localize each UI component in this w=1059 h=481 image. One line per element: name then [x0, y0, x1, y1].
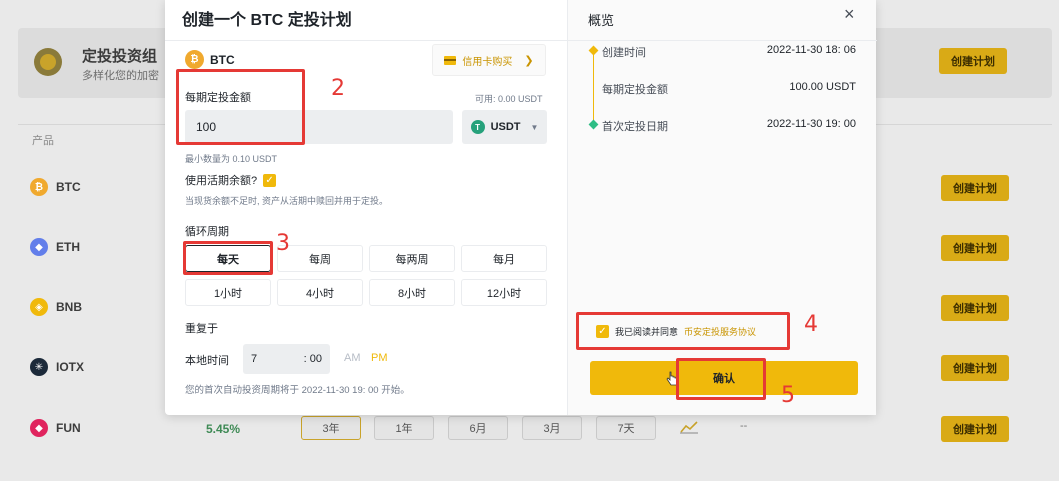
trend-chart-icon	[680, 420, 698, 437]
cycle-1h-button[interactable]: 1小时	[185, 279, 271, 306]
min-amount-hint: 最小数量为 0.10 USDT	[185, 154, 278, 164]
iotx-icon: ✳	[30, 358, 48, 376]
currency-select[interactable]: T USDT ▼	[462, 110, 547, 144]
use-flexible-hint: 当现货余额不足时, 资产从活期中赎回并用于定投。	[185, 196, 389, 206]
time-input[interactable]: 7 : 00	[243, 344, 330, 374]
apy-value: 5.45%	[206, 422, 241, 436]
create-plan-button[interactable]: 创建计划	[941, 295, 1009, 321]
timeline-dot	[588, 45, 599, 56]
buy-with-card-button[interactable]: 信用卡购买 ❯	[432, 44, 546, 76]
overview-value: 2022-11-30 18: 06	[766, 44, 856, 56]
create-plan-button[interactable]: 创建计划	[941, 355, 1009, 381]
cycle-biweekly-button[interactable]: 每两周	[369, 245, 455, 272]
create-plan-button[interactable]: 创建计划	[941, 235, 1009, 261]
create-plan-button[interactable]: 创建计划	[941, 416, 1009, 442]
coin-name: BNB	[56, 300, 82, 314]
credit-card-icon	[444, 55, 457, 65]
time-minute: : 00	[303, 353, 322, 365]
overview-label: 首次定投日期	[602, 121, 668, 133]
plan-form: 创建一个 BTC 定投计划 ₿ BTC 信用卡购买 ❯ 每期定投金额 可用: 0…	[165, 0, 567, 415]
first-invest-hint: 您的首次自动投资周期将于 2022-11-30 19: 00 开始。	[185, 385, 410, 396]
timeline-dot	[588, 119, 599, 130]
coin-label: BTC	[210, 52, 235, 67]
local-time-label: 本地时间	[185, 355, 229, 367]
cycle-8h-button[interactable]: 8小时	[369, 279, 455, 306]
overview-title: 概览	[588, 13, 615, 28]
period-tab[interactable]: 3月	[522, 416, 582, 440]
list-item[interactable]: ◆ FUN	[30, 417, 81, 439]
coin-name: ETH	[56, 240, 80, 254]
cycle-monthly-button[interactable]: 每月	[461, 245, 547, 272]
cycle-12h-button[interactable]: 12小时	[461, 279, 547, 306]
annotation-box-agreement	[576, 312, 790, 350]
timeline	[593, 50, 594, 125]
list-item[interactable]: ◈ BNB	[30, 296, 82, 318]
banner-title: 定投投资组	[82, 48, 158, 65]
column-header-product: 产品	[32, 135, 54, 147]
trend-placeholder: --	[740, 420, 748, 432]
banner-subtitle: 多样化您的加密	[82, 70, 159, 82]
repeat-label: 重复于	[185, 323, 218, 335]
list-item[interactable]: ✳ IOTX	[30, 356, 84, 378]
divider	[568, 40, 877, 41]
annotation-number: 3	[276, 231, 290, 256]
overview-value: 2022-11-30 19: 00	[766, 118, 856, 130]
chevron-down-icon: ▼	[530, 122, 539, 132]
coin-name: BTC	[56, 180, 81, 194]
coin-name: IOTX	[56, 360, 85, 374]
overview-label: 创建时间	[602, 47, 646, 59]
currency-label: USDT	[490, 121, 521, 133]
modal-title: 创建一个 BTC 定投计划	[182, 12, 352, 29]
overview-label: 每期定投金额	[602, 84, 668, 96]
annotation-number: 5	[781, 383, 795, 408]
annotation-number: 2	[331, 76, 345, 101]
annotation-box-cycle	[183, 241, 273, 275]
btc-icon: ₿	[185, 50, 204, 69]
list-item[interactable]: ₿ BTC	[30, 176, 81, 198]
overview-value: 100.00 USDT	[789, 81, 856, 93]
chevron-right-icon: ❯	[524, 54, 534, 67]
period-tab[interactable]: 6月	[448, 416, 508, 440]
create-plan-button[interactable]: 创建计划	[941, 175, 1009, 201]
available-balance: 可用: 0.00 USDT	[475, 94, 543, 104]
coin-name: FUN	[56, 421, 81, 435]
annotation-number: 4	[804, 312, 818, 337]
create-plan-modal: 创建一个 BTC 定投计划 ₿ BTC 信用卡购买 ❯ 每期定投金额 可用: 0…	[165, 0, 877, 415]
btc-icon: ₿	[30, 178, 48, 196]
time-hour: 7	[251, 353, 258, 365]
annotation-box-confirm	[676, 358, 766, 400]
use-flexible-balance: 使用活期余额? ✓	[185, 172, 277, 188]
overview-panel: 概览 × 创建时间 2022-11-30 18: 06 每期定投金额 100.0…	[567, 0, 877, 415]
banner-create-plan-button[interactable]: 创建计划	[939, 48, 1007, 74]
portfolio-icon	[34, 48, 62, 76]
bnb-icon: ◈	[30, 298, 48, 316]
usdt-icon: T	[470, 120, 485, 134]
divider	[165, 40, 567, 41]
fun-icon: ◆	[30, 419, 48, 437]
annotation-box-amount	[176, 69, 305, 145]
list-item[interactable]: ◆ ETH	[30, 236, 80, 258]
period-tab[interactable]: 7天	[596, 416, 656, 440]
period-tab[interactable]: 3年	[301, 416, 361, 440]
period-tab[interactable]: 1年	[374, 416, 434, 440]
buy-with-card-label: 信用卡购买	[462, 56, 513, 68]
am-toggle[interactable]: AM	[344, 352, 361, 364]
selected-coin: ₿ BTC	[185, 50, 235, 69]
use-flexible-checkbox[interactable]: ✓	[263, 173, 277, 187]
eth-icon: ◆	[30, 238, 48, 256]
use-flexible-label: 使用活期余额?	[185, 175, 258, 187]
cycle-label: 循环周期	[185, 226, 229, 238]
cycle-4h-button[interactable]: 4小时	[277, 279, 363, 306]
close-icon[interactable]: ×	[844, 4, 855, 25]
pm-toggle[interactable]: PM	[371, 352, 388, 364]
